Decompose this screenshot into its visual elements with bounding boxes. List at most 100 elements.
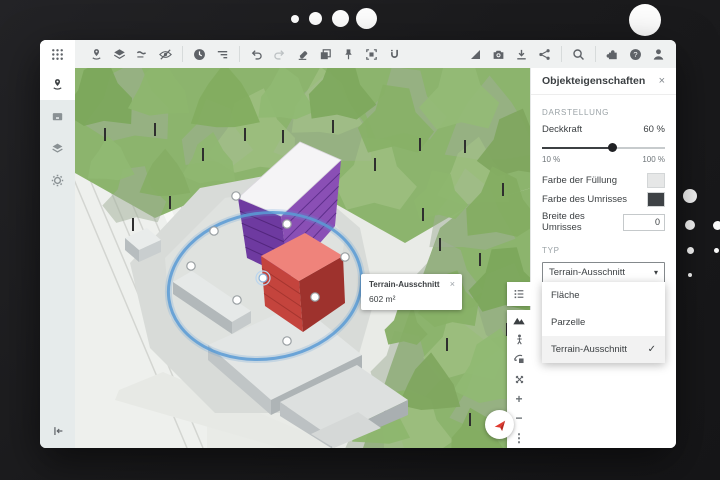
street-view-pegman-icon [513,333,526,346]
contour-lines-button[interactable] [131,40,154,68]
left-sidebar [40,68,76,448]
app-window: ? [40,40,676,448]
slider-fill [542,147,612,149]
visibility-off-button[interactable] [154,40,177,68]
panel-close-icon[interactable]: × [659,75,665,87]
opacity-min-label: 10 % [542,155,560,164]
share-button[interactable] [533,40,556,68]
map-viewport[interactable]: Terrain-Ausschnitt × 602 m² + − ⋮ [75,68,531,448]
street-view-button[interactable] [507,330,531,350]
magnet-button[interactable] [383,40,406,68]
magnet-icon [387,47,402,62]
screenshot-button[interactable] [487,40,510,68]
share-icon [537,47,552,62]
undo-icon [249,47,264,62]
search-button[interactable] [567,40,590,68]
duplicate-button[interactable] [314,40,337,68]
sidebar-item-objects[interactable] [40,68,75,100]
decor-dot [687,247,694,254]
legend-button[interactable] [507,282,531,306]
search-icon [571,47,586,62]
zoom-in-button[interactable]: + [507,389,531,409]
top-toolbar: ? [40,40,676,69]
outline-width-input[interactable]: 0 [623,214,665,231]
terrain-mountains-icon [512,313,526,327]
outline-width-label: Breite des Umrisses [542,211,623,233]
eraser-icon [295,47,310,62]
decor-dot [713,221,720,230]
plugin-puzzle-icon [605,47,620,62]
decor-dot [356,8,377,29]
sidebar-item-layers[interactable] [40,132,75,164]
expand-button[interactable] [507,369,531,389]
toolbar-separator [239,46,240,62]
type-section-heading: TYP [542,246,665,255]
dropdown-option-terrain-ausschnitt[interactable]: Terrain-Ausschnitt ✓ [542,336,665,363]
account-person-icon [651,47,666,62]
pushpin-button[interactable] [337,40,360,68]
opacity-value: 60 % [643,124,665,135]
tooltip-title: Terrain-Ausschnitt [369,280,440,289]
decor-dot [683,189,697,203]
panel-title: Objekteigenschaften [542,75,645,87]
apps-grid-button[interactable] [40,40,75,68]
plugin-button[interactable] [601,40,624,68]
opacity-slider[interactable] [542,143,665,152]
collapse-sidebar-button[interactable] [40,418,75,444]
type-select-value: Terrain-Ausschnitt [549,267,625,278]
filter-sort-icon [215,47,230,62]
fill-color-swatch[interactable] [647,173,665,188]
fill-color-label: Farbe der Füllung [542,175,617,186]
download-button[interactable] [510,40,533,68]
layers-button[interactable] [108,40,131,68]
eraser-button[interactable] [291,40,314,68]
map-pin-ground-icon [89,47,104,62]
outline-color-swatch[interactable] [647,192,665,207]
decor-dot [629,4,661,36]
sidebar-item-frame[interactable] [40,100,75,132]
toolbar-separator [182,46,183,62]
properties-panel: Objekteigenschaften × DARSTELLUNG Deckkr… [530,68,676,448]
desktop-background: ? [0,0,720,480]
history-clock-icon [192,47,207,62]
decor-dot [685,220,695,230]
legend-list-icon [512,287,526,301]
collapse-panel-icon [51,424,65,438]
layers-icon [112,47,127,62]
frame-screen-icon [50,109,65,124]
compass-button[interactable] [485,410,514,439]
expand-icon [513,373,526,386]
type-dropdown: Fläche Parzelle Terrain-Ausschnitt ✓ [542,282,665,363]
area-tooltip: Terrain-Ausschnitt × 602 m² [361,274,462,310]
undo-button[interactable] [245,40,268,68]
decor-dot [714,248,719,253]
checkmark-icon: ✓ [648,344,656,355]
redo-button[interactable] [268,40,291,68]
map-pin-button[interactable] [85,40,108,68]
map-3d-scene[interactable] [75,68,531,448]
dropdown-option-flaeche[interactable]: Fläche [542,282,665,309]
help-button[interactable]: ? [624,40,647,68]
account-button[interactable] [647,40,670,68]
compass-needle-icon [489,414,510,435]
sidebar-item-settings[interactable] [40,164,75,196]
opacity-label: Deckkraft [542,124,582,135]
screenshot-camera-icon [491,47,506,62]
rotate-3d-button[interactable] [507,349,531,369]
select-area-button[interactable] [360,40,383,68]
history-button[interactable] [188,40,211,68]
settings-gear-icon [50,173,65,188]
type-select[interactable]: Terrain-Ausschnitt ▾ [542,262,665,283]
dropdown-option-parzelle[interactable]: Parzelle [542,309,665,336]
help-icon: ? [628,47,643,62]
tooltip-close-icon[interactable]: × [450,280,455,288]
display-section-heading: DARSTELLUNG [542,108,665,117]
measure-button[interactable] [464,40,487,68]
redo-icon [272,47,287,62]
slider-thumb[interactable] [608,143,617,152]
visibility-off-icon [158,47,173,62]
terrain-button[interactable] [507,310,531,330]
filter-sort-button[interactable] [211,40,234,68]
decor-dot [291,15,299,23]
toolbar-right-group: ? [464,40,676,68]
